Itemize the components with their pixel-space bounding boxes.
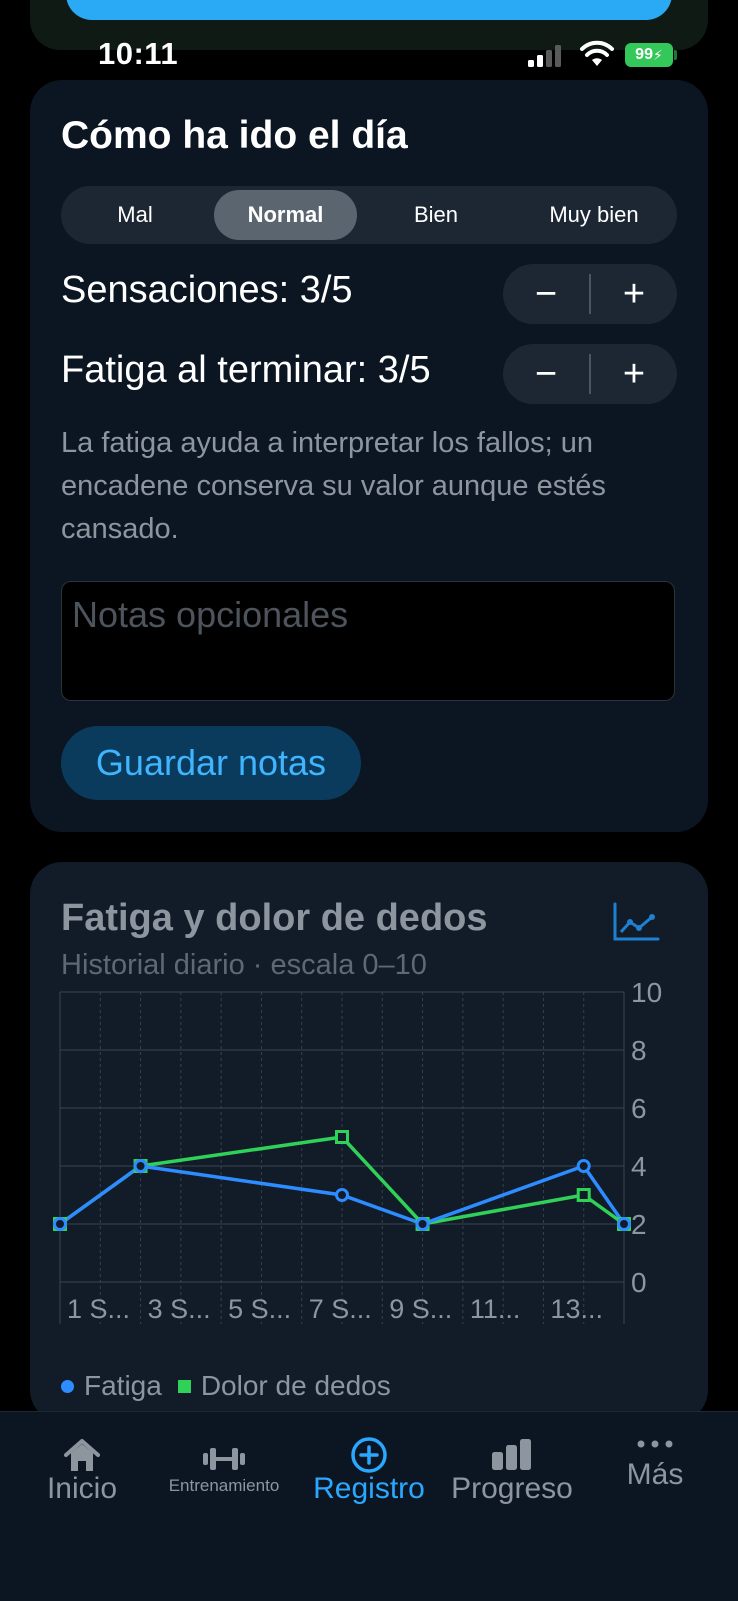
mood-segmented-control: Mal Normal Bien Muy bien [61,186,677,244]
fatigue-help-text: La fatiga ayuda a interpretar los fallos… [61,427,606,545]
save-notes-button[interactable]: Guardar notas [61,726,361,800]
battery-bolt-icon: ⚡ [652,46,663,63]
tab-entrenamiento-label: Entrenamiento [168,1476,280,1495]
fatigue-line-chart: 0 2 4 6 8 10 1 S... 3 S... 5 S... 7 S... 9 S... 11.… [53,977,662,1324]
y-tick-label: 0 [631,1267,647,1298]
tab-inicio-label: Inicio [46,1472,118,1505]
sensations-stepper: − + [503,264,677,324]
legend-fatigue-label: Fatiga [84,1370,162,1401]
data-point-fatiga [617,1217,631,1231]
x-tick-label: 9 S... [389,1294,452,1324]
fatigue-stepper: − + [503,344,677,404]
sensations-decrement-button[interactable]: − [503,264,589,324]
tab-progreso[interactable]: Progreso [440,1412,584,1532]
day-feedback-card: Cómo ha ido el día Mal Normal Bien Muy b… [30,80,708,832]
x-tick-label: 1 S... [67,1294,130,1324]
fatigue-chart-card: Fatiga y dolor de dedos Historial diario… [30,862,708,1422]
x-tick-label: 3 S... [148,1294,211,1324]
home-icon [64,1439,100,1471]
notes-input[interactable] [61,581,675,701]
data-point-fatiga [133,1159,148,1173]
tab-mas[interactable]: Más [608,1412,702,1532]
mood-option-normal[interactable]: Normal [214,190,357,240]
tab-registro[interactable]: Registro [304,1412,434,1532]
sensations-increment-button[interactable]: + [591,264,677,324]
x-tick-label: 11... [470,1294,521,1324]
x-tick-label: 7 S... [309,1294,372,1324]
cellular-signal-icon [528,45,561,67]
x-tick-label: 13... [550,1294,603,1324]
sensations-label: Sensaciones: 3/5 [61,269,353,311]
tab-inicio[interactable]: Inicio [30,1412,134,1532]
legend-finger-pain-label: Dolor de dedos [200,1370,391,1401]
status-bar: 10:11 99 ⚡ [0,0,738,80]
fatigue-decrement-button[interactable]: − [503,344,589,404]
tab-bar: Inicio Entrenamiento Registro Progreso M… [0,1411,738,1601]
fatigue-label: Fatiga al terminar: 3/5 [61,349,431,391]
y-tick-label: 8 [631,1035,647,1066]
plus-circle-icon [351,1437,387,1473]
legend-fatigue-marker [61,1379,74,1393]
data-point-dolor-de-dedos [576,1188,591,1202]
wifi-icon [580,40,614,66]
tab-registro-label: Registro [313,1472,425,1505]
y-tick-label: 10 [631,977,662,1008]
status-time: 10:11 [98,36,179,71]
mood-option-bien[interactable]: Bien [366,190,506,240]
mood-option-muy-bien[interactable]: Muy bien [514,190,674,240]
data-point-fatiga [53,1217,67,1231]
battery-level: 99 [635,46,653,63]
y-tick-label: 6 [631,1093,647,1124]
battery-indicator: 99 ⚡ [625,43,673,67]
data-point-dolor-de-dedos [335,1130,349,1144]
day-card-title: Cómo ha ido el día [61,114,408,157]
data-point-fatiga [415,1217,430,1231]
y-tick-label: 2 [631,1209,647,1240]
x-tick-label: 5 S... [228,1294,291,1324]
legend-finger-pain-marker [177,1379,191,1393]
more-icon [637,1440,673,1448]
y-tick-label: 4 [631,1151,647,1182]
tab-mas-label: Más [626,1458,684,1491]
fatigue-increment-button[interactable]: + [591,344,677,404]
battery-cap [674,50,677,60]
data-point-fatiga [335,1188,349,1202]
mood-option-mal[interactable]: Mal [65,190,205,240]
bar-chart-icon [492,1439,531,1470]
tab-entrenamiento[interactable]: Entrenamiento [154,1412,294,1532]
tab-progreso-label: Progreso [451,1472,573,1505]
chart-legend: Fatiga Dolor de dedos [61,1370,391,1402]
dumbbell-icon [203,1448,245,1470]
data-point-fatiga [576,1159,591,1173]
